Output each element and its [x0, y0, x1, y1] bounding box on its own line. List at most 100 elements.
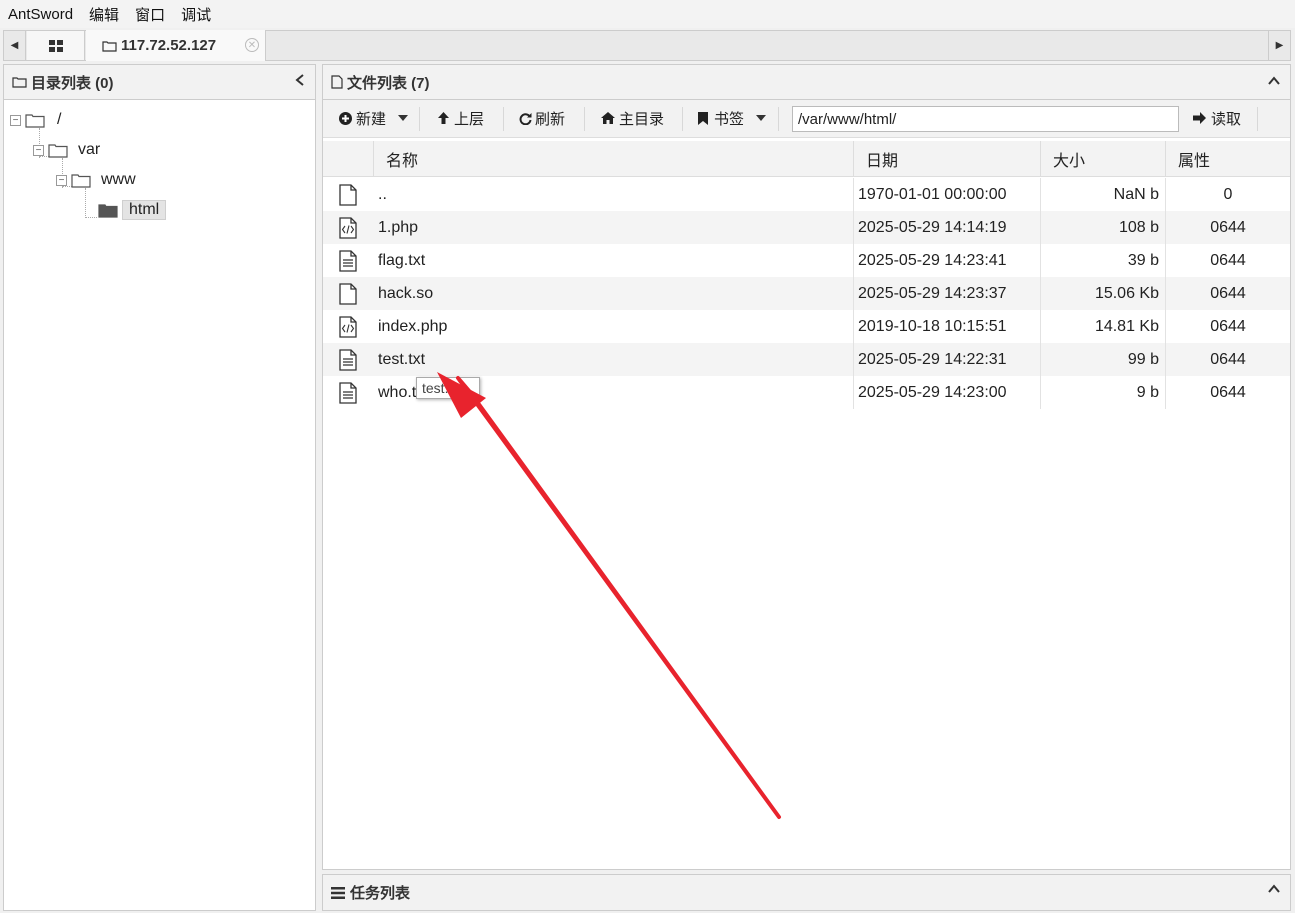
file-attr: 0644	[1210, 284, 1246, 302]
refresh-icon	[519, 112, 532, 125]
column-size[interactable]: 大小	[1040, 141, 1165, 177]
table-row[interactable]: hack.so 2025-05-29 14:23:37 15.06 Kb 064…	[323, 277, 1290, 310]
tree-node-var[interactable]: − var	[33, 139, 100, 161]
file-list-panel-header: 文件列表 (7)	[323, 65, 1290, 100]
folder-filled-icon	[98, 203, 118, 218]
menu-window[interactable]: 窗口	[135, 4, 165, 25]
file-date: 2025-05-29 14:23:00	[858, 383, 1007, 401]
up-level-button[interactable]: 上层	[437, 100, 484, 136]
menu-antsword[interactable]: AntSword	[8, 6, 73, 23]
home-icon	[601, 112, 615, 124]
tab-host[interactable]: 117.72.52.127 ✕	[86, 30, 266, 61]
collapse-left-icon[interactable]	[295, 73, 305, 90]
tab-scroll-left-icon[interactable]: ◀	[4, 31, 26, 60]
file-attr: 0644	[1210, 251, 1246, 269]
home-dir-label: 主目录	[619, 110, 665, 128]
file-size: 15.06 Kb	[1094, 284, 1159, 302]
up-level-label: 上层	[454, 110, 485, 128]
tab-home[interactable]	[27, 31, 85, 60]
file-date: 2019-10-18 10:15:51	[858, 317, 1007, 335]
file-size: 14.81 Kb	[1094, 317, 1159, 335]
tree-node-label: www	[101, 171, 136, 188]
refresh-label: 刷新	[535, 110, 566, 128]
close-icon[interactable]: ✕	[245, 38, 259, 52]
tree-node-html[interactable]: html	[98, 199, 167, 221]
file-table-header: 名称 日期 大小 属性	[323, 141, 1290, 177]
collapse-up-icon[interactable]	[1268, 73, 1280, 90]
file-attr: 0	[1223, 185, 1233, 203]
folder-outline-icon	[12, 77, 27, 88]
file-list-panel-title: 文件列表 (7)	[347, 74, 430, 92]
tab-scroll-right-icon[interactable]: ▶	[1268, 31, 1290, 60]
file-name: who.t	[378, 383, 417, 401]
bookmark-button[interactable]: 书签	[698, 100, 767, 136]
code-file-icon	[339, 315, 357, 338]
new-button[interactable]: 新建	[339, 100, 409, 136]
file-size: 39 b	[1127, 251, 1159, 269]
file-date: 2025-05-29 14:14:19	[858, 218, 1007, 236]
collapse-icon[interactable]: −	[33, 144, 44, 156]
file-size: 99 b	[1127, 350, 1159, 368]
collapse-icon[interactable]: −	[10, 114, 21, 126]
file-date: 1970-01-01 00:00:00	[858, 185, 1007, 203]
home-dir-button[interactable]: 主目录	[601, 100, 664, 136]
file-date: 2025-05-29 14:23:41	[858, 251, 1007, 269]
table-row[interactable]: test.txt 2025-05-29 14:22:31 99 b 0644	[323, 343, 1290, 376]
column-name[interactable]: 名称	[373, 141, 853, 177]
table-row[interactable]: 1.php 2025-05-29 14:14:19 108 b 0644	[323, 211, 1290, 244]
caret-down-icon	[398, 115, 409, 121]
menu-edit[interactable]: 编辑	[89, 4, 119, 25]
file-attr: 0644	[1210, 218, 1246, 236]
collapse-icon[interactable]: −	[56, 174, 67, 186]
file-name: ..	[378, 185, 387, 203]
text-file-icon	[339, 348, 357, 371]
file-outline-icon	[331, 75, 343, 89]
read-label: 读取	[1211, 110, 1242, 128]
bookmark-icon	[698, 111, 708, 125]
column-date[interactable]: 日期	[853, 141, 1040, 177]
tree-node-www[interactable]: − www	[56, 169, 136, 191]
file-list-panel: 文件列表 (7) 新建 上层 刷新 主目录 书签 /var/www/html/ …	[322, 64, 1291, 870]
arrow-up-icon	[438, 112, 449, 124]
tree-node-root[interactable]: − /	[10, 109, 61, 131]
file-name: test.txt	[378, 350, 426, 368]
tab-host-label: 117.72.52.127	[121, 37, 217, 54]
directory-panel-title: 目录列表 (0)	[31, 74, 114, 92]
file-toolbar: 新建 上层 刷新 主目录 书签 /var/www/html/ 读取	[323, 100, 1290, 138]
tree-node-label: /	[57, 111, 62, 128]
text-file-icon	[339, 381, 357, 404]
tree-node-label: var	[78, 141, 101, 158]
file-name: 1.php	[378, 218, 419, 236]
file-size: 108 b	[1118, 218, 1159, 236]
tree-node-label: html	[122, 200, 167, 220]
file-size: 9 b	[1136, 383, 1159, 401]
file-attr: 0644	[1210, 317, 1246, 335]
task-list-title: 任务列表	[350, 885, 411, 902]
menu-debug[interactable]: 调试	[181, 4, 211, 25]
file-name: flag.txt	[378, 251, 426, 269]
refresh-button[interactable]: 刷新	[519, 100, 565, 136]
folder-outline-icon	[25, 113, 45, 128]
column-attr[interactable]: 属性	[1165, 141, 1290, 177]
tab-bar: ◀ 117.72.52.127 ✕ ▶	[3, 30, 1291, 61]
file-date: 2025-05-29 14:23:37	[858, 284, 1007, 302]
file-size: NaN b	[1113, 185, 1159, 203]
menu-bar: AntSword 编辑 窗口 调试	[0, 0, 1295, 28]
path-input[interactable]	[792, 106, 1179, 132]
table-row[interactable]: index.php 2019-10-18 10:15:51 14.81 Kb 0…	[323, 310, 1290, 343]
directory-panel: 目录列表 (0) − / − var − www html	[3, 64, 316, 911]
file-name: hack.so	[378, 284, 434, 302]
directory-panel-header: 目录列表 (0)	[4, 65, 315, 100]
file-attr: 0644	[1210, 383, 1246, 401]
arrow-right-icon	[1193, 112, 1206, 124]
list-icon	[331, 886, 345, 899]
file-name: index.php	[378, 317, 448, 335]
file-icon	[339, 183, 357, 206]
table-row[interactable]: flag.txt 2025-05-29 14:23:41 39 b 0644	[323, 244, 1290, 277]
collapse-up-icon[interactable]	[1268, 881, 1280, 898]
task-list-panel: 任务列表	[322, 874, 1291, 911]
table-row[interactable]: .. 1970-01-01 00:00:00 NaN b 0	[323, 178, 1290, 211]
folder-outline-icon	[71, 173, 91, 188]
read-button[interactable]: 读取	[1193, 100, 1241, 136]
plus-circle-icon	[339, 111, 352, 125]
